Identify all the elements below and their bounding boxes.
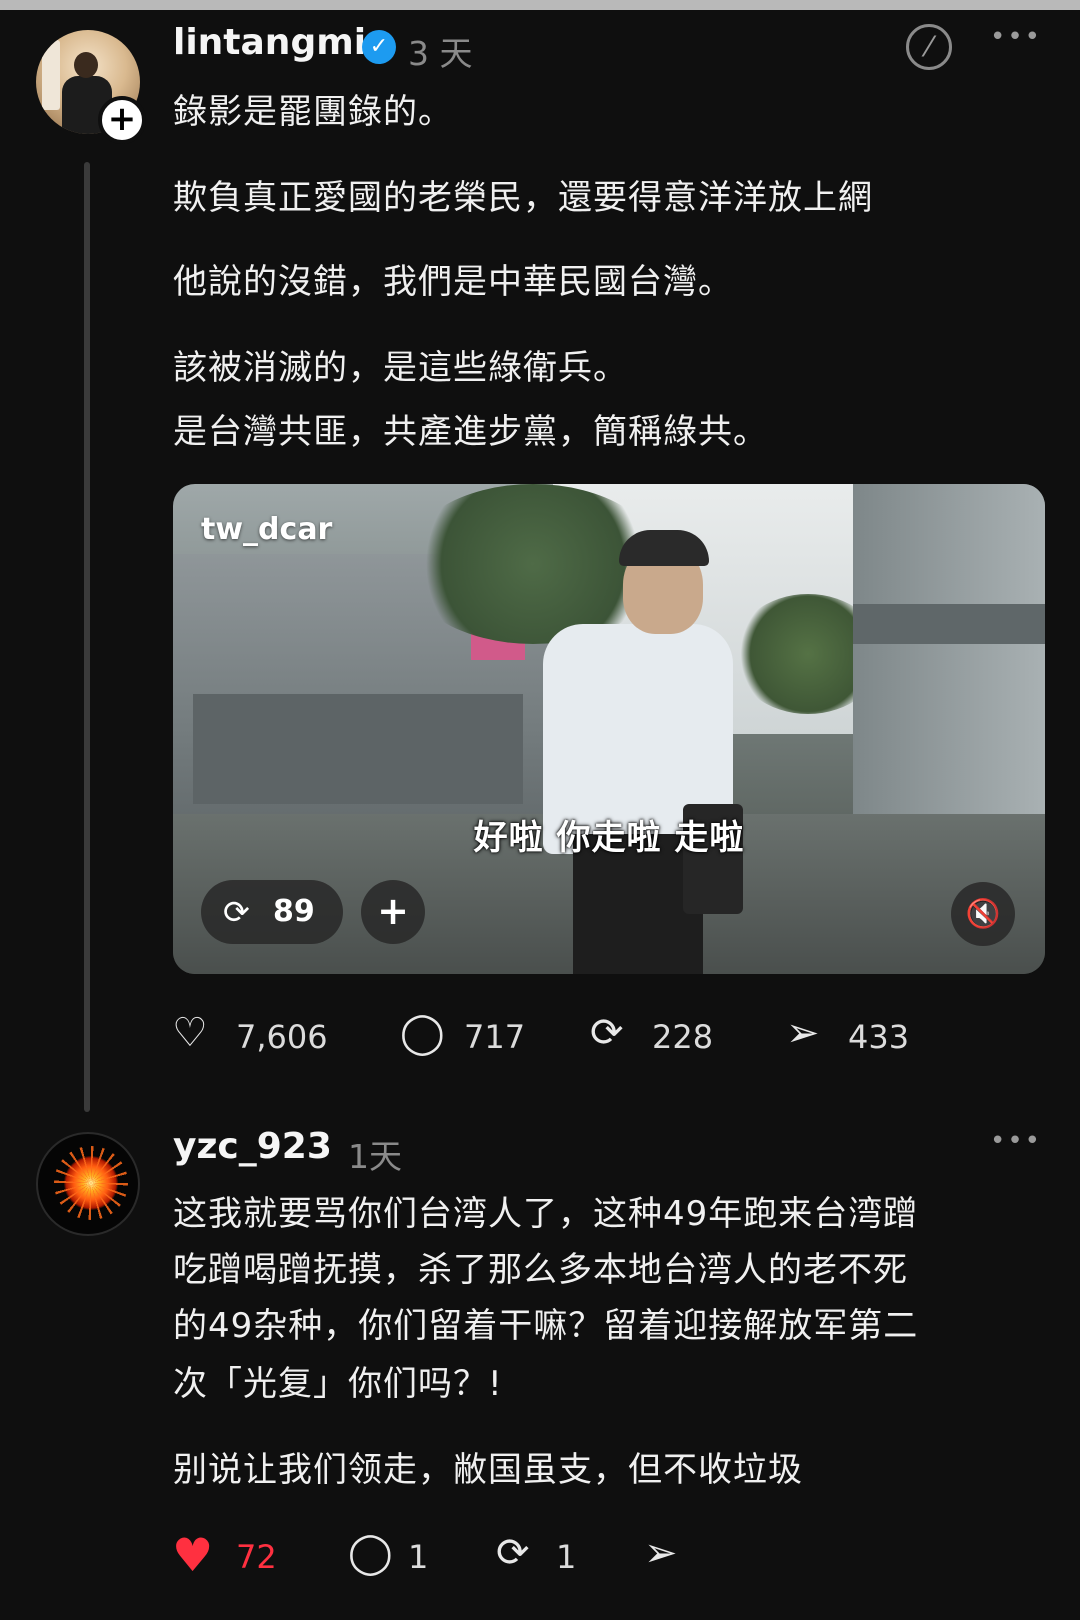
firework-image [54,1146,128,1220]
reply-comment-count: 1 [408,1538,429,1576]
thread-line [84,162,90,1112]
comment-icon[interactable]: ◯ [400,1010,445,1056]
edit-circle-icon[interactable]: ⁄ [906,24,952,70]
avatar-yzc_923[interactable] [36,1132,140,1236]
heart-filled-icon[interactable]: ♥ [172,1528,213,1582]
reply-text-line-2: 吃蹭喝蹭抚摸，杀了那么多本地台湾人的老不死 [173,1250,908,1290]
post-username[interactable]: lintangmi [173,22,366,63]
heart-icon[interactable]: ♡ [172,1010,208,1056]
like-count: 7,606 [236,1018,328,1056]
reply-time: 1天 [348,1137,402,1176]
post-text-line-5: 是台灣共匪，共產進步黨，簡稱綠共。 [173,412,768,452]
reply-like-count: 72 [236,1538,277,1576]
post-text-line-1: 錄影是罷團錄的。 [173,92,453,132]
repost-count: 228 [652,1018,714,1056]
video-building-right [853,484,1045,844]
video-subtitle: 好啦 你走啦 走啦 [473,818,745,858]
video-add-button[interactable]: + [361,880,425,944]
post-text-line-3: 他說的沒錯，我們是中華民國台灣。 [173,262,733,302]
share-count: 433 [848,1018,910,1056]
reply-repost-count: 1 [556,1538,577,1576]
post-text-line-2: 欺負真正愛國的老榮民，還要得意洋洋放上網 [173,178,873,218]
post-more-options-icon[interactable]: ••• [990,22,1042,52]
comment-count: 717 [464,1018,526,1056]
video-repost-count: 89 [273,894,315,929]
video-player[interactable]: tw_dcar 好啦 你走啦 走啦 ⟳ 89 + 🔇 [173,484,1045,974]
post-text-line-4: 該被消滅的，是這些綠衛兵。 [173,348,628,388]
reply-more-options-icon[interactable]: ••• [990,1126,1042,1156]
top-status-strip [0,0,1080,10]
verified-badge-icon: ✓ [362,30,396,64]
video-watermark: tw_dcar [201,512,333,547]
post-time: 3 天 [408,34,473,73]
avatar-figure-head [74,52,98,78]
avatar-background [42,40,60,110]
share-icon[interactable]: ➢ [786,1010,820,1056]
reply-username[interactable]: yzc_923 [173,1126,332,1167]
repost-icon[interactable]: ⟳ [590,1010,624,1056]
comment-icon[interactable]: ◯ [348,1530,393,1576]
video-repost-button[interactable]: ⟳ 89 [201,880,343,944]
reply-text-line-1: 这我就要骂你们台湾人了，这种49年跑来台湾蹭 [173,1194,919,1234]
reply-text-line-4: 次「光复」你们吗？! [173,1364,503,1404]
repost-icon[interactable]: ⟳ [496,1530,530,1576]
reply-text-line-5: 别说让我们领走，敝国虽支，但不收垃圾 [173,1450,803,1490]
repost-icon: ⟳ [223,893,250,931]
reply-actions: ♥ 72 ◯ 1 ⟳ 1 ➢ [0,1528,1080,1590]
reply-text-line-3: 的49杂种，你们留着干嘛？留着迎接解放军第二 [173,1306,919,1346]
share-icon[interactable]: ➢ [644,1530,678,1576]
video-man-cap [619,530,709,566]
post-actions: ♡ 7,606 ◯ 717 ⟳ 228 ➢ 433 [0,1010,1080,1070]
mute-icon[interactable]: 🔇 [951,882,1015,946]
follow-button[interactable]: + [98,96,146,144]
